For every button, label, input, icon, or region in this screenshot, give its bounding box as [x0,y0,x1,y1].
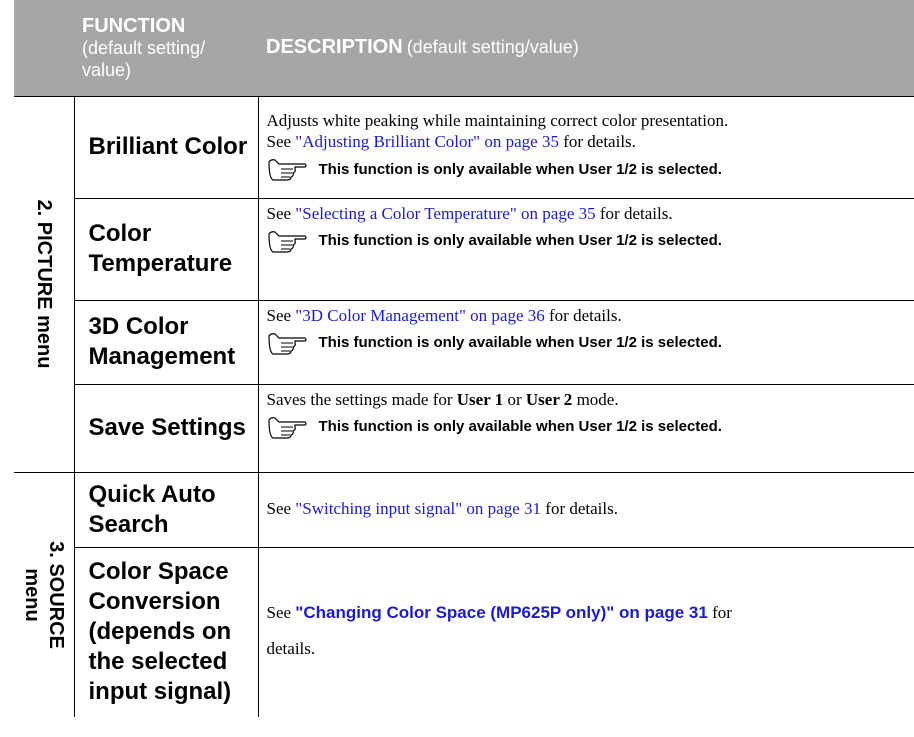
function-table: FUNCTION (default setting/ value) DESCRI… [14,0,914,717]
note: This function is only available when Use… [267,156,905,182]
note: This function is only available when Use… [267,228,905,254]
color-management-see: See "3D Color Management" on page 36 for… [267,305,905,326]
function-3d-color-management: 3D Color Management [74,300,258,385]
after-text: for details. [544,305,622,325]
after-text: for details. [558,132,636,151]
function-line: (depends on [88,618,232,646]
function-line: Color Space [88,558,229,586]
color-space-see: See "Changing Color Space (MP625P only)"… [267,595,905,631]
source-menu-label-line: 3. SOURCE [44,540,67,649]
source-menu-group: 3. SOURCE menu [14,472,75,717]
after-text: for details. [541,499,618,518]
row-brilliant-color: 2. PICTURE menu Brilliant Color Adjusts … [14,95,914,473]
row-color-space-conversion: Color Space Conversion (depends on the s… [14,547,914,717]
note-text: This function is only available when Use… [318,232,722,249]
see-text: See [266,499,296,518]
user1-text: User 1 [456,389,504,409]
see-text: See [266,132,296,151]
description-3d-color-management: See "3D Color Management" on page 36 for… [257,300,914,385]
link-switching-input-signal[interactable]: "Switching input signal" on page 31 [295,499,541,518]
function-line: Search [88,510,169,538]
description-save-settings: Saves the settings made for User 1 or Us… [257,384,914,473]
source-menu-label: 3. SOURCE menu [20,541,68,649]
description-header-subtitle: (default setting/value) [406,37,579,58]
brilliant-color-see: See "Adjusting Brilliant Color" on page … [267,131,905,152]
note-text: This function is only available when Use… [318,160,722,178]
note-text: This function is only available when Use… [318,334,722,351]
description-quick-auto-search: See "Switching input signal" on page 31 … [257,472,914,548]
note: This function is only available when Use… [267,330,905,356]
picture-menu-label: 2. PICTURE menu [32,199,55,369]
function-header-subtitle: (default setting/ value) [82,37,206,80]
source-menu-label-line: menu [20,568,43,622]
table-header: FUNCTION (default setting/ value) DESCRI… [14,0,914,96]
function-header-title: FUNCTION [82,14,186,37]
link-adjusting-brilliant-color[interactable]: "Adjusting Brilliant Color" on page 35 [295,132,559,151]
function-line: Conversion [88,588,221,616]
note: This function is only available when Use… [267,414,905,440]
header-description: DESCRIPTION (default setting/value) [258,0,914,96]
function-line: the selected [88,648,228,676]
pointing-hand-icon [267,230,307,253]
description-color-space-conversion: See "Changing Color Space (MP625P only)"… [257,547,914,717]
row-3d-color-management: 3D Color Management See "3D Color Manage… [14,300,914,385]
save-text-mid: or [503,389,526,409]
function-line: Temperature [88,250,233,277]
pointing-hand-icon [267,416,307,439]
save-settings-text: Saves the settings made for User 1 or Us… [267,389,905,410]
see-text: See [266,203,296,223]
row-save-settings: Save Settings Saves the settings made fo… [14,384,914,473]
function-line: 3D Color [88,313,189,340]
link-selecting-color-temperature[interactable]: "Selecting a Color Temperature" on page … [295,204,595,223]
function-line: Color [88,220,152,247]
picture-menu-group: 2. PICTURE menu [14,95,75,473]
brilliant-color-text: Adjusts white peaking while maintaining … [266,111,729,130]
function-quick-auto-search: Quick Auto Search [74,472,258,548]
color-temperature-see: See "Selecting a Color Temperature" on p… [267,203,905,224]
header-spacer [14,0,74,96]
description-brilliant-color: Adjusts white peaking while maintaining … [257,95,914,199]
see-text: See [266,305,296,325]
function-brilliant-color: Brilliant Color [74,95,258,199]
save-text-post: mode. [572,389,619,409]
function-color-temperature: Color Temperature [74,198,258,301]
pointing-hand-icon [267,332,307,355]
link-changing-color-space[interactable]: "Changing Color Space (MP625P only)" on … [295,603,708,622]
function-save-settings: Save Settings [74,384,258,473]
see-text: See [266,603,296,623]
after-text: for details. [595,203,673,223]
row-quick-auto-search: 3. SOURCE menu Quick Auto Search See "Sw… [14,472,914,717]
description-color-temperature: See "Selecting a Color Temperature" on p… [257,198,914,301]
function-color-space-conversion: Color Space Conversion (depends on the s… [74,547,258,717]
function-line: Quick Auto [88,480,216,508]
pointing-hand-icon [267,159,307,181]
link-3d-color-management[interactable]: "3D Color Management" on page 36 [295,306,544,325]
function-table-page: FUNCTION (default setting/ value) DESCRI… [14,0,914,737]
color-space-details: details. [266,639,316,659]
header-function: FUNCTION (default setting/ value) [74,0,258,96]
after-text: for [707,603,732,623]
save-text-pre: Saves the settings made for [266,389,457,409]
note-text: This function is only available when Use… [318,418,722,435]
function-line: Management [88,343,236,370]
description-header-title: DESCRIPTION [266,36,403,59]
row-color-temperature: Color Temperature See "Selecting a Color… [14,198,914,301]
user2-text: User 2 [525,389,573,409]
function-line: input signal) [88,678,232,706]
